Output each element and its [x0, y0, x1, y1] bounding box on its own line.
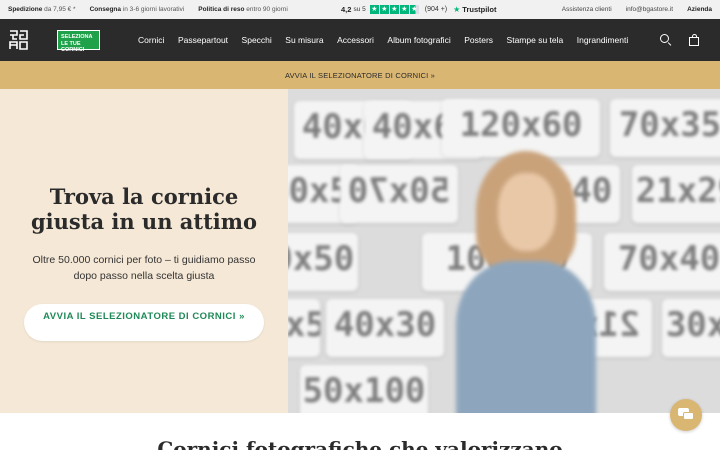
size-tile: 40x50	[288, 233, 358, 291]
nav-item-album[interactable]: Album fotografici	[387, 35, 450, 45]
rating-suffix: su 5	[353, 6, 366, 13]
star-half-icon: ★	[409, 5, 419, 14]
hero-person	[456, 151, 596, 413]
size-tile: 50x70	[340, 165, 458, 223]
company-link[interactable]: Azienda	[687, 6, 712, 13]
frame-selector-badge[interactable]: SELEZIONA LE TUE CORNICI	[57, 30, 100, 53]
search-icon[interactable]	[660, 34, 672, 47]
shipping-info: Spedizione da 7,95 € * Consegna in 3-6 g…	[8, 0, 302, 19]
section-title: Cornici fotografiche che valorizzano	[157, 437, 563, 450]
star-icon: ★	[389, 5, 399, 14]
size-tile: 40x30	[326, 299, 444, 357]
star-icon: ★	[379, 5, 389, 14]
star-icon: ★	[399, 5, 409, 14]
start-selector-button[interactable]: AVVIA IL SELEZIONATORE DI CORNICI »	[24, 304, 264, 341]
email-link[interactable]: info@bgastore.it	[626, 6, 673, 13]
trustpilot-label: Trustpilot	[462, 5, 497, 14]
nav-item-posters[interactable]: Posters	[464, 35, 493, 45]
returns-value: entro 90 giorni	[246, 6, 288, 13]
size-tile: 120x60	[442, 99, 600, 157]
shopping-bag-icon[interactable]	[688, 34, 700, 46]
size-tile: 70x35	[610, 99, 720, 157]
star-icon: ★	[369, 5, 379, 14]
delivery-note: Consegna in 3-6 giorni lavorativi	[90, 6, 185, 13]
size-tile: 70x40	[604, 233, 720, 291]
delivery-label: Consegna	[89, 6, 121, 13]
trustpilot-star-icon: ★	[453, 5, 461, 14]
nav-item-stampe[interactable]: Stampe su tela	[507, 35, 564, 45]
nav-item-specchi[interactable]: Specchi	[242, 35, 272, 45]
shipping-value: da 7,95 € *	[44, 6, 76, 13]
hero-text-panel: Trova la cornice giusta in un attimo Olt…	[0, 89, 288, 413]
nav-item-accessori[interactable]: Accessori	[337, 35, 374, 45]
nav-item-cornici[interactable]: Cornici	[138, 35, 164, 45]
shipping-note: Spedizione da 7,95 € *	[8, 6, 76, 13]
nav-item-ingrandimenti[interactable]: Ingrandimenti	[577, 35, 629, 45]
returns-note: Politica di reso entro 90 giorni	[198, 6, 288, 13]
hero-subtitle: Oltre 50.000 cornici per foto – ti guidi…	[32, 254, 256, 282]
top-links: Assistenza clienti info@bgastore.it Azie…	[548, 0, 712, 19]
support-link[interactable]: Assistenza clienti	[562, 6, 612, 13]
hero-title: Trova la cornice giusta in un attimo	[31, 184, 257, 234]
promo-banner[interactable]: AVVIA IL SELEZIONATORE DI CORNICI »	[0, 61, 720, 89]
store-logo[interactable]	[9, 29, 31, 51]
chat-icon-bubble	[683, 412, 694, 420]
size-tile: 30x40	[662, 299, 720, 357]
nav-menu: Cornici Passepartout Specchi Su misura A…	[138, 19, 642, 61]
rating-score: 4,2	[341, 5, 352, 14]
rating-stars: ★ ★ ★ ★ ★	[369, 5, 419, 14]
size-tile: 50x100	[300, 365, 428, 413]
delivery-value: in 3-6 giorni lavorativi	[122, 6, 185, 13]
hero-image: 40x60 40x60 120x60 70x35 50x50 50x70 30x…	[288, 89, 720, 413]
chat-button[interactable]	[670, 399, 702, 431]
trustpilot-rating[interactable]: 4,2 su 5 ★ ★ ★ ★ ★ (904 +) ★ Trustpilot	[341, 0, 496, 19]
nav-item-su-misura[interactable]: Su misura	[285, 35, 323, 45]
logo-mark-icon	[9, 30, 28, 50]
returns-label: Politica di reso	[198, 6, 245, 13]
shipping-label: Spedizione	[8, 6, 43, 13]
size-tile: 21x29	[632, 165, 720, 223]
size-tile: 50x50	[288, 299, 320, 357]
nav-item-passepartout[interactable]: Passepartout	[178, 35, 228, 45]
promo-text: AVVIA IL SELEZIONATORE DI CORNICI »	[284, 70, 436, 80]
main-navigation: SELEZIONA LE TUE CORNICI Cornici Passepa…	[0, 19, 720, 61]
review-count: (904 +)	[424, 6, 448, 13]
top-info-bar: Spedizione da 7,95 € * Consegna in 3-6 g…	[0, 0, 720, 19]
